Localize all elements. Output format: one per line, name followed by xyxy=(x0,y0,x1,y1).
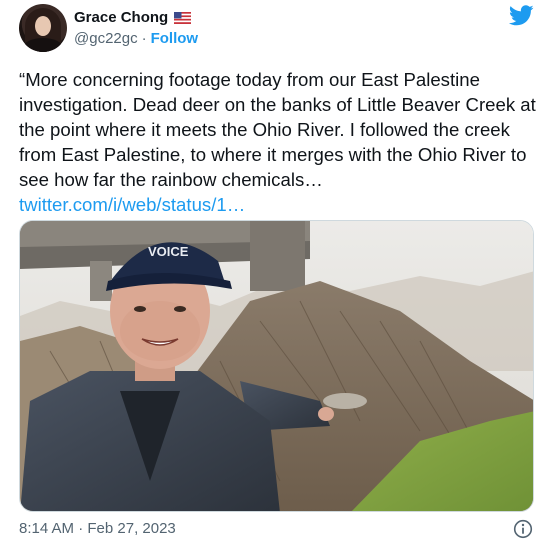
tweet-text: “More concerning footage today from our … xyxy=(19,67,539,217)
us-flag-icon xyxy=(174,12,192,24)
author-handle[interactable]: @gc22gc xyxy=(74,30,138,48)
tweet-card: Grace Chong @gc22gc · Follow “More conce… xyxy=(0,0,551,553)
author-display-name[interactable]: Grace Chong xyxy=(74,9,168,27)
tweet-link[interactable]: twitter.com/i/web/status/1… xyxy=(19,194,245,215)
tweet-body: “More concerning footage today from our … xyxy=(19,69,536,190)
video-frame: VOICE xyxy=(20,221,533,511)
tweet-video-thumbnail[interactable]: VOICE xyxy=(19,220,534,512)
twitter-bird-icon[interactable] xyxy=(509,5,534,26)
cap-text: VOICE xyxy=(148,244,189,259)
info-icon[interactable] xyxy=(513,519,533,539)
tweet-timestamp[interactable]: 8:14 AM · Feb 27, 2023 xyxy=(19,520,176,538)
avatar[interactable] xyxy=(19,4,67,52)
separator-dot: · xyxy=(141,30,147,47)
follow-button[interactable]: Follow xyxy=(151,30,199,48)
author-block: Grace Chong @gc22gc · Follow xyxy=(74,9,198,48)
